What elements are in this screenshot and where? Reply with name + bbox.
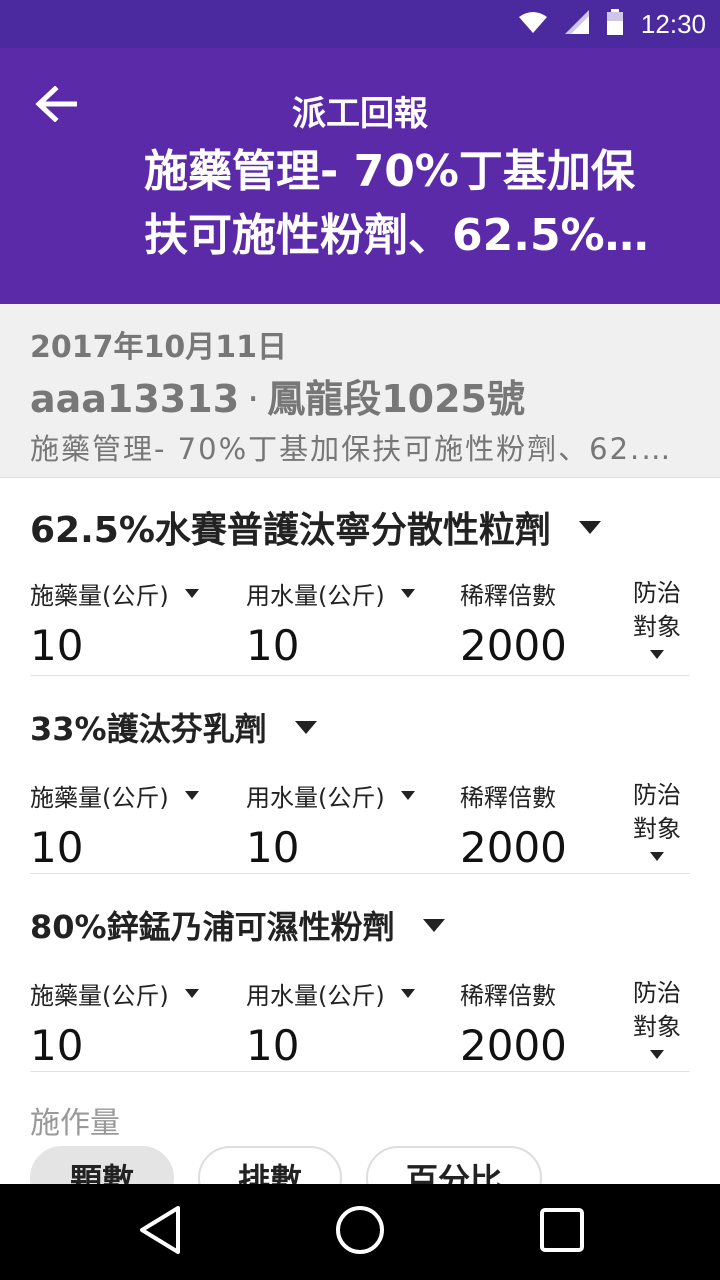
- status-time: 12:30: [640, 8, 706, 39]
- job-description: 施藥管理- 70%丁基加保扶可施性粉劑、62.5%水賽普護汰寧分散性粒劑: [30, 432, 690, 466]
- dilution-field[interactable]: 稀釋倍數 2000: [460, 976, 567, 1070]
- pesticide-name: 80%鋅錳乃浦可濕性粉劑: [30, 908, 395, 946]
- chevron-down-icon: [650, 1050, 664, 1059]
- chevron-down-icon: [578, 520, 601, 534]
- pesticide-item: 80%鋅錳乃浦可濕性粉劑 施藥量(公斤) 10 用水量(公斤) 10 稀釋倍數 …: [30, 874, 690, 1072]
- chevron-down-icon: [184, 989, 199, 998]
- chevron-down-icon: [422, 918, 445, 932]
- pesticide-list[interactable]: 62.5%水賽普護汰寧分散性粒劑 施藥量(公斤) 10 用水量(公斤) 10 稀…: [0, 478, 720, 1184]
- recents-square-icon: [539, 1207, 585, 1257]
- water-label: 用水量(公斤): [246, 784, 385, 812]
- target-label-line1: 防治: [633, 979, 681, 1007]
- nav-recents-button[interactable]: [532, 1202, 592, 1262]
- status-icons: 12:30: [518, 0, 706, 48]
- target-label-line1: 防治: [633, 579, 681, 607]
- dilution-value: 2000: [460, 823, 567, 872]
- nav-home-button[interactable]: [330, 1202, 390, 1262]
- target-selector[interactable]: 防治 對象: [632, 576, 682, 659]
- target-label-line2: 對象: [633, 815, 681, 843]
- job-location: aaa13313 · 鳳龍段1025號: [30, 368, 525, 423]
- pesticide-name: 62.5%水賽普護汰寧分散性粒劑: [30, 510, 551, 551]
- chevron-down-icon: [650, 852, 664, 861]
- back-triangle-icon: [138, 1205, 182, 1259]
- pesticide-fields: 施藥量(公斤) 10 用水量(公斤) 10 稀釋倍數 2000 防治 對象: [30, 976, 690, 1086]
- nav-back-button[interactable]: [130, 1202, 190, 1262]
- pesticide-fields: 施藥量(公斤) 10 用水量(公斤) 10 稀釋倍數 2000 防治 對象: [30, 778, 690, 888]
- field-name: 鳳龍段1025號: [267, 377, 525, 421]
- location-separator: ·: [247, 377, 260, 421]
- home-circle-icon: [335, 1205, 385, 1259]
- pesticide-selector[interactable]: 62.5%水賽普護汰寧分散性粒劑: [30, 478, 690, 576]
- dose-label: 施藥量(公斤): [30, 582, 169, 610]
- dose-field[interactable]: 施藥量(公斤) 10: [30, 976, 199, 1070]
- chip-percentage[interactable]: 百分比: [366, 1146, 543, 1184]
- job-code: aaa13313: [30, 377, 240, 421]
- pesticide-item: 62.5%水賽普護汰寧分散性粒劑 施藥量(公斤) 10 用水量(公斤) 10 稀…: [30, 478, 690, 676]
- chevron-down-icon: [294, 720, 317, 734]
- target-label-line1: 防治: [633, 781, 681, 809]
- target-selector[interactable]: 防治 對象: [632, 976, 682, 1059]
- water-field[interactable]: 用水量(公斤) 10: [246, 576, 415, 670]
- dilution-field[interactable]: 稀釋倍數 2000: [460, 576, 567, 670]
- job-date: 2017年10月11日: [30, 330, 287, 365]
- page-title: 派工回報: [292, 94, 428, 134]
- water-label: 用水量(公斤): [246, 982, 385, 1010]
- pesticide-item: 33%護汰芬乳劑 施藥量(公斤) 10 用水量(公斤) 10 稀釋倍數 2000…: [30, 676, 690, 874]
- water-value: 10: [246, 823, 300, 872]
- target-label-line2: 對象: [633, 1013, 681, 1041]
- dilution-value: 2000: [460, 621, 567, 670]
- dose-value: 10: [30, 1021, 84, 1070]
- dilution-label: 稀釋倍數: [460, 982, 556, 1010]
- water-label: 用水量(公斤): [246, 582, 385, 610]
- target-label-line2: 對象: [633, 613, 681, 641]
- water-field[interactable]: 用水量(公斤) 10: [246, 778, 415, 872]
- chevron-down-icon: [400, 791, 415, 800]
- app-bar: 派工回報 施藥管理- 70%丁基加保扶可施性粉劑、62.5%水賽普護汰寧分散性粒…: [0, 48, 720, 304]
- chevron-down-icon: [184, 791, 199, 800]
- water-field[interactable]: 用水量(公斤) 10: [246, 976, 415, 1070]
- job-info-panel: 2017年10月11日 aaa13313 · 鳳龍段1025號 施藥管理- 70%丁…: [0, 304, 720, 478]
- water-value: 10: [246, 621, 300, 670]
- chevron-down-icon: [184, 589, 199, 598]
- dilution-field[interactable]: 稀釋倍數 2000: [460, 778, 567, 872]
- pesticide-selector[interactable]: 80%鋅錳乃浦可濕性粉劑: [30, 874, 690, 976]
- chevron-down-icon: [400, 989, 415, 998]
- dose-field[interactable]: 施藥量(公斤) 10: [30, 778, 199, 872]
- status-bar: 12:30: [0, 0, 720, 48]
- chip-rows[interactable]: 排數: [198, 1146, 343, 1184]
- chevron-down-icon: [650, 650, 664, 659]
- dilution-value: 2000: [460, 1021, 567, 1070]
- dose-field[interactable]: 施藥量(公斤) 10: [30, 576, 199, 670]
- work-amount-label: 施作量: [30, 1106, 120, 1141]
- page-subtitle: 施藥管理- 70%丁基加保扶可施性粉劑、62.5%水賽普護汰寧分散性粒劑: [144, 146, 649, 261]
- system-nav-bar: [0, 1184, 720, 1280]
- dose-value: 10: [30, 621, 84, 670]
- dose-label: 施藥量(公斤): [30, 784, 169, 812]
- water-value: 10: [246, 1021, 300, 1070]
- target-selector[interactable]: 防治 對象: [632, 778, 682, 861]
- wifi-icon: [518, 11, 547, 37]
- chevron-down-icon: [400, 589, 415, 598]
- dose-label: 施藥量(公斤): [30, 982, 169, 1010]
- pesticide-name: 33%護汰芬乳劑: [30, 710, 267, 748]
- pesticide-selector[interactable]: 33%護汰芬乳劑: [30, 676, 690, 778]
- chip-count[interactable]: 顆數: [30, 1146, 175, 1184]
- battery-icon: [606, 9, 623, 39]
- dilution-label: 稀釋倍數: [460, 582, 556, 610]
- dose-value: 10: [30, 823, 84, 872]
- signal-icon: [564, 10, 589, 38]
- pesticide-fields: 施藥量(公斤) 10 用水量(公斤) 10 稀釋倍數 2000 防治 對象: [30, 576, 690, 686]
- dilution-label: 稀釋倍數: [460, 784, 556, 812]
- work-amount-options: 顆數 排數 百分比: [30, 1146, 543, 1184]
